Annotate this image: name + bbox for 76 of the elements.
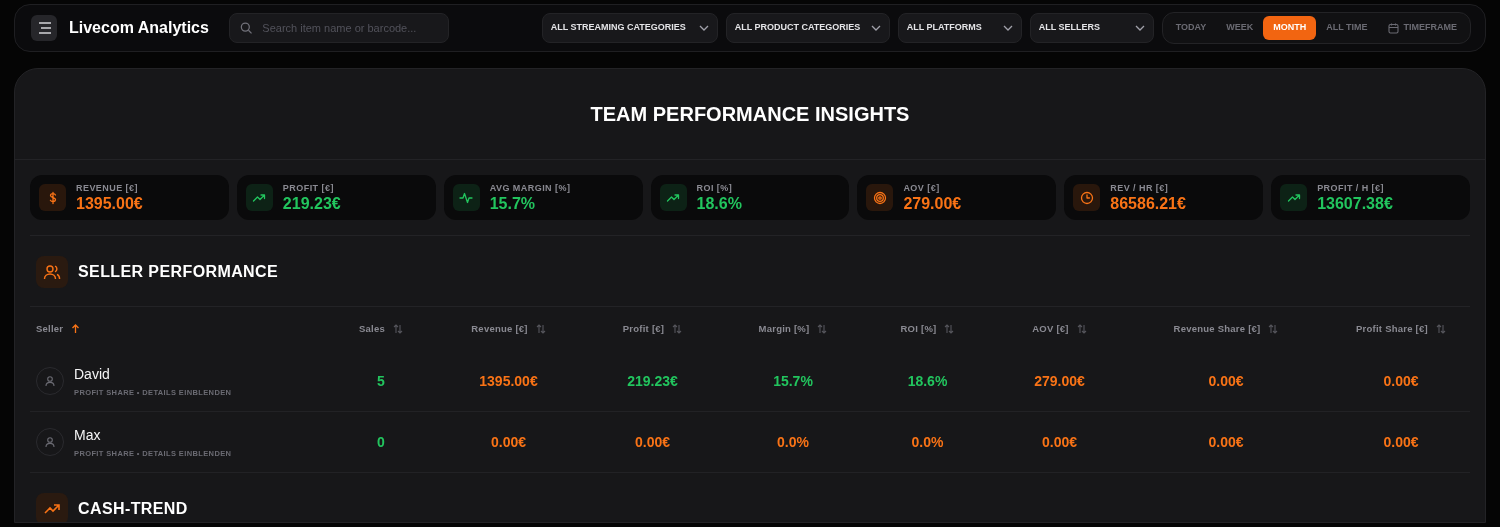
search-icon	[239, 21, 253, 35]
table-cell-text: 0.0%	[911, 432, 944, 452]
pulse-icon	[459, 190, 474, 205]
column-header[interactable]: Profit Share [€]	[1356, 321, 1428, 337]
kpi-value: 279.00€	[903, 195, 962, 212]
column-header[interactable]: ROI [%]	[900, 321, 937, 337]
period-tab[interactable]: TIMEFRAME	[1377, 16, 1467, 40]
kpi-label: REVENUE [€]	[76, 183, 139, 193]
chevron-down-icon	[698, 25, 709, 31]
sort-icon[interactable]	[817, 324, 828, 334]
seller-name: Max	[74, 425, 102, 445]
table-cell-text: 0.0%	[777, 432, 809, 452]
table-cell-text: 0.00€	[1383, 371, 1419, 391]
table-cell-text: 0.00€	[634, 432, 670, 452]
team-icon	[36, 256, 68, 288]
kpi-value: 219.23€	[282, 195, 341, 212]
kpi-label: REV / HR [€]	[1110, 183, 1170, 193]
sort-icon[interactable]	[1076, 324, 1087, 334]
table-cell-text: 219.23€	[627, 371, 678, 391]
sort-ascending-icon[interactable]	[71, 324, 81, 334]
sort-icon[interactable]	[1268, 324, 1279, 334]
filter-dropdown[interactable]: ALL STREAMING CATEGORIES	[541, 13, 718, 43]
sort-icon[interactable]	[944, 324, 955, 334]
kpi-value: 18.6%	[696, 195, 742, 212]
target-icon	[872, 190, 887, 205]
filter-dropdown[interactable]: ALL PRODUCT CATEGORIES	[725, 13, 890, 43]
table-cell-text: 18.6%	[907, 371, 948, 391]
trend-icon	[36, 493, 68, 522]
kpi-label: ROI [%]	[696, 183, 734, 193]
filter-dropdown[interactable]: ALL PLATFORMS	[897, 13, 1022, 43]
table-cell-text: 0.00€	[490, 432, 526, 452]
table-cell-text: 15.7%	[773, 371, 813, 391]
section-title: SELLER PERFORMANCE	[78, 262, 279, 282]
filter-dropdown[interactable]: ALL SELLERS	[1029, 13, 1154, 43]
sort-icon[interactable]	[535, 324, 546, 334]
sort-icon[interactable]	[393, 324, 403, 334]
table-cell-text: 0.00€	[1208, 371, 1244, 391]
chevron-down-icon	[1002, 25, 1013, 31]
table-cell-text: 279.00€	[1034, 371, 1085, 391]
kpi-value: 13607.38€	[1317, 195, 1393, 212]
column-header[interactable]: Profit [€]	[622, 321, 665, 337]
calendar-icon	[1387, 22, 1399, 34]
page-title: TEAM PERFORMANCE INSIGHTS	[589, 102, 911, 127]
kpi-label: AVG MARGIN [%]	[489, 183, 571, 193]
column-header[interactable]: AOV [€]	[1032, 321, 1069, 337]
sort-icon[interactable]	[672, 324, 683, 334]
column-header[interactable]: Sales	[359, 321, 385, 337]
period-tab[interactable]: WEEK	[1216, 16, 1264, 40]
sort-icon[interactable]	[1435, 324, 1446, 334]
kpi-label: PROFIT / H [€]	[1317, 183, 1385, 193]
table-cell-text: 0	[377, 432, 385, 452]
kpi-label: AOV [€]	[903, 183, 941, 193]
table-cell-text: 0.00€	[1383, 432, 1419, 452]
chevron-down-icon	[870, 25, 881, 31]
menu-icon	[36, 21, 52, 35]
table-cell-text: 0.00€	[1041, 432, 1077, 452]
section-title: CASH-TREND	[78, 499, 188, 519]
period-tab[interactable]: ALL TIME	[1316, 16, 1378, 40]
column-header[interactable]: Seller	[36, 321, 64, 337]
period-tab[interactable]: MONTH	[1263, 16, 1317, 40]
kpi-value: 1395.00€	[76, 195, 143, 212]
kpi-label: PROFIT [€]	[282, 183, 335, 193]
kpi-value: 86586.21€	[1110, 195, 1186, 212]
table-cell-text: 0.00€	[1208, 432, 1244, 452]
period-tab[interactable]: TODAY	[1165, 16, 1217, 40]
kpi-value: 15.7%	[489, 195, 537, 212]
column-header[interactable]: Revenue Share [€]	[1173, 321, 1261, 337]
table-cell-text: 1395.00€	[479, 371, 538, 391]
column-header[interactable]: Margin [%]	[758, 321, 810, 337]
column-header[interactable]: Revenue [€]	[471, 321, 528, 337]
clock-icon	[1079, 190, 1094, 205]
seller-name: David	[74, 364, 111, 384]
chevron-down-icon	[1134, 25, 1145, 31]
app-title: Livecom Analytics	[69, 18, 209, 38]
table-cell-text: 5	[377, 371, 385, 391]
menu-button[interactable]	[31, 15, 57, 41]
